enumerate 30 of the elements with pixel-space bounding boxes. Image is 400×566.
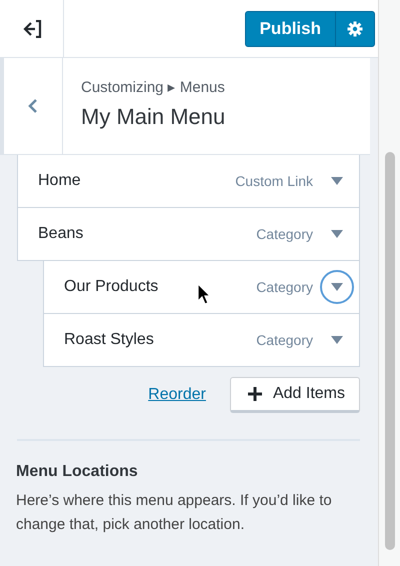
- menu-item-type: Category: [256, 226, 313, 242]
- reorder-link[interactable]: Reorder: [148, 386, 206, 404]
- menu-item-title: Beans: [38, 225, 84, 243]
- add-items-button[interactable]: Add Items: [230, 377, 360, 413]
- cursor-icon: [197, 283, 211, 305]
- menu-item-title: Our Products: [64, 278, 158, 296]
- menu-item-type: Custom Link: [235, 173, 313, 189]
- menu-item-type: Category: [256, 332, 313, 348]
- menu-item-title: Roast Styles: [64, 331, 154, 349]
- menu-item[interactable]: Roast Styles Category: [43, 313, 360, 367]
- section-title: My Main Menu: [81, 104, 226, 130]
- exit-icon[interactable]: [22, 20, 42, 38]
- back-icon: [28, 98, 38, 114]
- menu-item[interactable]: Home Custom Link: [17, 154, 360, 208]
- description-text: Here’s where this menu appears. If you’d like to change that, pick another location.: [16, 491, 333, 535]
- caret-icon: [331, 336, 343, 344]
- section-heading: Menu Locations: [16, 463, 139, 481]
- menu-item[interactable]: Our Products Category: [43, 260, 360, 314]
- breadcrumb: Customizing ▸ Menus: [81, 78, 226, 96]
- caret-icon: [331, 230, 343, 238]
- settings-button[interactable]: [335, 12, 374, 46]
- menu-item-type: Category: [256, 279, 313, 295]
- scrollbar-thumb[interactable]: [384, 152, 394, 550]
- menu-item[interactable]: Beans Category: [17, 207, 360, 261]
- settings-icon: [347, 20, 363, 36]
- menu-item-title: Home: [38, 172, 81, 190]
- expand-toggle[interactable]: [320, 270, 354, 304]
- caret-icon: [331, 283, 343, 291]
- caret-icon: [331, 177, 343, 185]
- plus-icon: [246, 386, 263, 402]
